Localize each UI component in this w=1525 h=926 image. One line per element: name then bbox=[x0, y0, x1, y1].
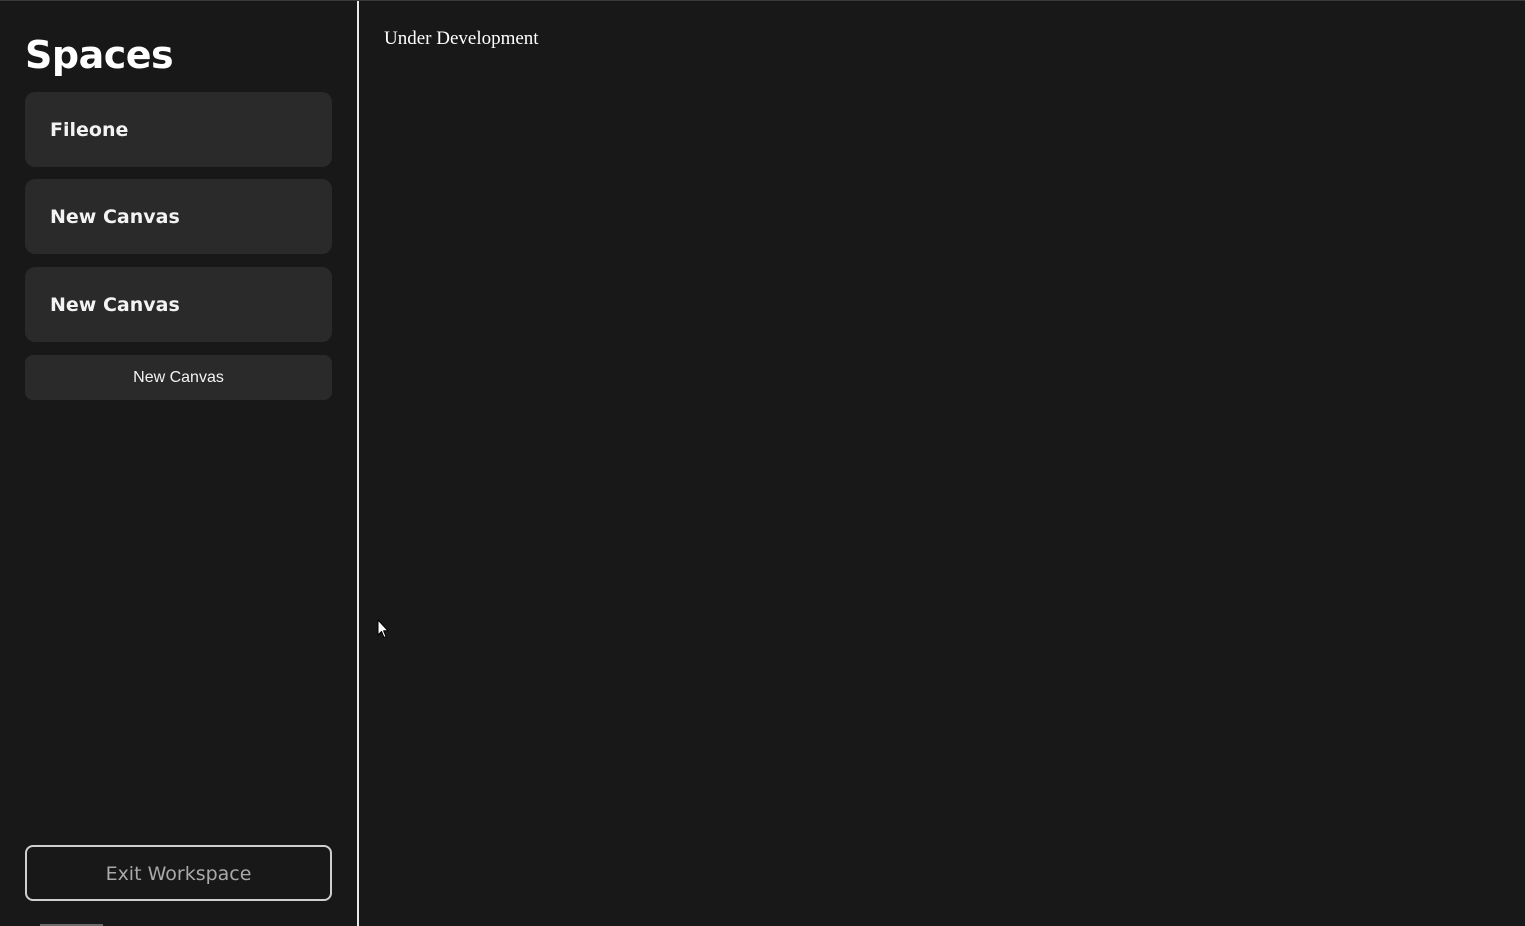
space-item-label: New Canvas bbox=[50, 293, 180, 316]
main-content: Under Development bbox=[359, 1, 1525, 926]
under-development-message: Under Development bbox=[384, 28, 539, 49]
sidebar: Spaces Fileone New Canvas New Canvas New… bbox=[0, 1, 357, 926]
space-item-new-canvas[interactable]: New Canvas bbox=[25, 179, 332, 254]
space-item-label: Fileone bbox=[50, 118, 129, 141]
space-item-label: New Canvas bbox=[50, 205, 180, 228]
mouse-pointer-icon bbox=[377, 619, 389, 638]
space-item-fileone[interactable]: Fileone bbox=[25, 92, 332, 167]
new-canvas-button[interactable]: New Canvas bbox=[25, 355, 332, 400]
exit-workspace-button[interactable]: Exit Workspace bbox=[25, 845, 332, 901]
sidebar-title: Spaces bbox=[25, 33, 174, 77]
space-item-new-canvas[interactable]: New Canvas bbox=[25, 267, 332, 342]
